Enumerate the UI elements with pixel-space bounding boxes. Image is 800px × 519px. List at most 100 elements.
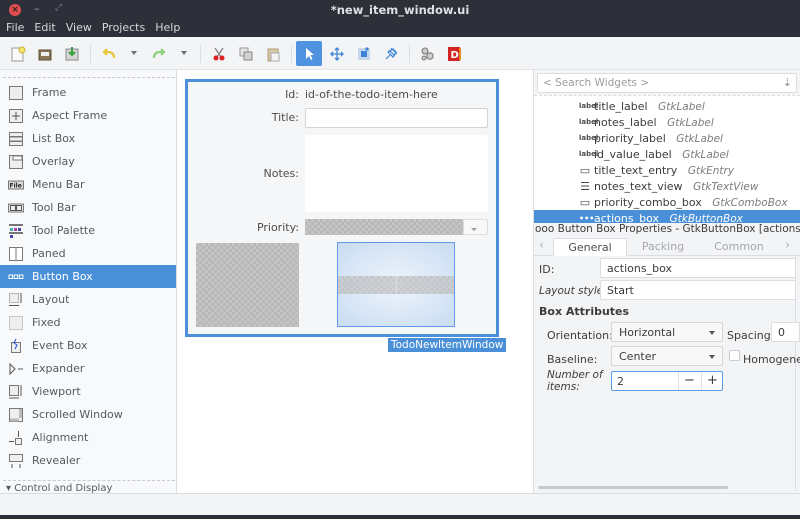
- homogeneous-label[interactable]: Homogeneous: [743, 353, 800, 366]
- layout-style-combo[interactable]: Start: [600, 280, 796, 300]
- palette-item-list-box[interactable]: List Box: [0, 127, 176, 150]
- palette-item-tool-bar[interactable]: Tool Bar: [0, 196, 176, 219]
- chevron-down-icon: [709, 331, 715, 335]
- baseline-combo[interactable]: Center: [611, 346, 723, 366]
- palette-item-scrolled-window[interactable]: Scrolled Window: [0, 403, 176, 426]
- redo-icon: [152, 47, 166, 58]
- actions-box-slot[interactable]: [396, 276, 454, 294]
- paste-icon: [267, 48, 280, 61]
- palette-group-control-and-display[interactable]: ▾ Control and Display: [3, 480, 175, 493]
- palette-item-alignment[interactable]: Alignment: [0, 426, 176, 449]
- palette-item-paned[interactable]: Paned: [0, 242, 176, 265]
- palette-item-button-box[interactable]: Button Box: [0, 265, 176, 288]
- spacing-input[interactable]: 0: [771, 322, 800, 342]
- menu-file[interactable]: File: [0, 20, 24, 37]
- priority-label[interactable]: Priority:: [188, 221, 299, 234]
- tab-common[interactable]: Common: [699, 238, 779, 256]
- orientation-combo[interactable]: Horizontal: [611, 322, 723, 342]
- tree-row-priority-combo-box[interactable]: ▭ priority_combo_box GtkComboBox: [534, 194, 800, 210]
- placeholder-slot[interactable]: [196, 243, 299, 327]
- right-panel: < Search Widgets > ⇣ label title_label G…: [534, 70, 800, 493]
- tree-row-notes-label[interactable]: label notes_label GtkLabel: [534, 114, 800, 130]
- undo-button[interactable]: [96, 41, 122, 66]
- drag-resize-mode-button[interactable]: [324, 41, 350, 66]
- label-icon: label: [579, 134, 599, 142]
- actions-box-slot[interactable]: [338, 276, 397, 294]
- palette-item-overlay[interactable]: Overlay: [0, 150, 176, 173]
- alignment-icon: [8, 430, 24, 446]
- palette-item-layout[interactable]: Layout: [0, 288, 176, 311]
- tabs-prev-arrow-icon[interactable]: ‹: [539, 238, 544, 253]
- toolbar-separator: [291, 45, 292, 63]
- alignment-edit-mode-button[interactable]: [378, 41, 404, 66]
- palette-item-expander[interactable]: Expander: [0, 357, 176, 380]
- inspector-button[interactable]: [414, 41, 440, 66]
- cut-button[interactable]: [206, 41, 232, 66]
- save-button[interactable]: [59, 41, 85, 66]
- paste-button[interactable]: [260, 41, 286, 66]
- tabs-next-arrow-icon[interactable]: ›: [785, 238, 790, 253]
- copy-button[interactable]: [233, 41, 259, 66]
- margin-edit-mode-button[interactable]: [351, 41, 377, 66]
- open-button[interactable]: [32, 41, 58, 66]
- title-label[interactable]: Title:: [188, 111, 299, 124]
- search-widgets-input[interactable]: < Search Widgets > ⇣: [537, 73, 797, 93]
- number-of-items-value[interactable]: 2: [617, 375, 624, 388]
- tree-row-title-text-entry[interactable]: ▭ title_text_entry GtkEntry: [534, 162, 800, 178]
- label-icon: label: [579, 102, 599, 110]
- notes-label[interactable]: Notes:: [188, 167, 299, 180]
- priority-combo-dropdown[interactable]: [463, 219, 488, 235]
- id-property-input[interactable]: actions_box: [600, 258, 796, 278]
- pointer-icon: [306, 47, 314, 60]
- design-canvas[interactable]: Id: id-of-the-todo-item-here Title: Note…: [177, 70, 534, 493]
- tool-bar-icon: [8, 200, 24, 216]
- select-mode-button[interactable]: [296, 41, 322, 66]
- tree-row-priority-label[interactable]: label priority_label GtkLabel: [534, 130, 800, 146]
- undo-history-dropdown[interactable]: [131, 51, 137, 55]
- tree-row-actions-box[interactable]: ••• actions_box GtkButtonBox: [534, 210, 800, 223]
- title-bar: × – ⤢ *new_item_window.ui: [0, 0, 800, 20]
- palette-item-menu-bar[interactable]: File Menu Bar: [0, 173, 176, 196]
- fixed-icon: [8, 315, 24, 331]
- todo-new-item-window[interactable]: Id: id-of-the-todo-item-here Title: Note…: [185, 79, 499, 337]
- id-value-label[interactable]: id-of-the-todo-item-here: [305, 88, 438, 101]
- notes-text-view[interactable]: [305, 135, 488, 212]
- baseline-label: Baseline:: [547, 353, 598, 366]
- menu-help[interactable]: Help: [149, 20, 180, 37]
- menu-edit[interactable]: Edit: [28, 20, 55, 37]
- palette-item-event-box[interactable]: Event Box: [0, 334, 176, 357]
- menu-projects[interactable]: Projects: [96, 20, 145, 37]
- palette-item-viewport[interactable]: Viewport: [0, 380, 176, 403]
- increment-button[interactable]: +: [701, 372, 723, 390]
- palette-item-tool-palette[interactable]: Tool Palette: [0, 219, 176, 242]
- palette-item-fixed[interactable]: Fixed: [0, 311, 176, 334]
- orientation-label: Orientation:: [547, 329, 613, 342]
- tab-packing[interactable]: Packing: [627, 238, 699, 256]
- palette-item-revealer[interactable]: Revealer: [0, 449, 176, 472]
- palette-item-aspect-frame[interactable]: Aspect Frame: [0, 104, 176, 127]
- homogeneous-checkbox[interactable]: [729, 350, 740, 361]
- menu-view[interactable]: View: [60, 20, 92, 37]
- id-label[interactable]: Id:: [188, 88, 299, 101]
- redo-history-dropdown[interactable]: [181, 51, 187, 55]
- priority-combo-box[interactable]: [305, 219, 463, 235]
- palette-item-frame[interactable]: Frame: [0, 81, 176, 104]
- spacing-label: Spacing:: [727, 329, 775, 342]
- devhelp-button[interactable]: D: [441, 41, 467, 66]
- tree-row-notes-text-view[interactable]: ☰ notes_text_view GtkTextView: [534, 178, 800, 194]
- redo-button[interactable]: [146, 41, 172, 66]
- filter-icon[interactable]: ⇣: [783, 76, 792, 89]
- title-text-entry[interactable]: [305, 108, 488, 128]
- actions-box[interactable]: [337, 242, 455, 327]
- properties-panel: ID: actions_box Layout style: Start Box …: [534, 256, 800, 491]
- tree-row-id-value-label[interactable]: label id_value_label GtkLabel: [534, 146, 800, 162]
- tab-general[interactable]: General: [553, 238, 627, 256]
- decrement-button[interactable]: −: [678, 372, 700, 390]
- toolbar-separator: [90, 45, 91, 63]
- horizontal-scrollbar[interactable]: [538, 486, 728, 489]
- tree-row-title-label[interactable]: label title_label GtkLabel: [534, 98, 800, 114]
- number-of-items-spinner[interactable]: 2 − +: [611, 371, 723, 391]
- frame-icon: [8, 85, 24, 101]
- actions-box-children: [338, 276, 454, 294]
- new-button[interactable]: [5, 41, 31, 66]
